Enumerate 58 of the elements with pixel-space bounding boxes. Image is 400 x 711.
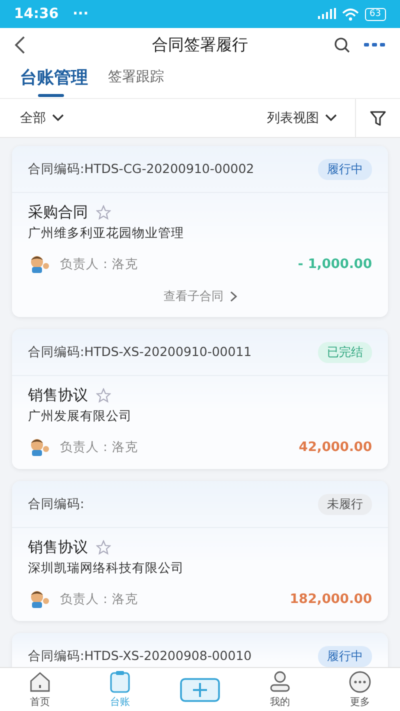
add-icon — [180, 678, 220, 702]
status-dots: ··· — [72, 6, 89, 22]
more-icon — [364, 42, 386, 48]
contract-code: 合同编码: — [28, 496, 86, 512]
search-button[interactable] — [334, 37, 350, 53]
chevron-icon — [325, 114, 337, 122]
back-button[interactable] — [14, 36, 26, 54]
contract-code: 合同编码:HTDS-XS-20200910-00011 — [28, 344, 253, 360]
nav-item[interactable]: 更多 — [320, 668, 400, 711]
signal-icon — [318, 8, 336, 20]
more-icon — [348, 670, 372, 694]
company-name: 广州维多利亚花园物业管理 — [28, 225, 185, 242]
contract-card[interactable]: 合同编码: 未履行 销售协议 深圳凯瑞网络科技有限公司 负责人：洛克 182,000.00 — [12, 481, 388, 621]
star-icon[interactable] — [96, 388, 111, 403]
contract-code: 合同编码:HTDS-CG-20200910-00002 — [28, 160, 256, 178]
status-badge: 未履行 — [318, 494, 372, 514]
contract-card[interactable]: 合同编码:HTDS-XS-20200910-00011 已完结 销售协议 广州发展有限公司 负责人：洛克 42,000.00 — [12, 329, 388, 469]
owner-label: 负责人：洛克 — [60, 590, 139, 608]
chevron-icon — [230, 291, 236, 302]
status-badge: 履行中 — [318, 158, 372, 180]
view-dropdown[interactable]: 列表视图 — [267, 109, 355, 127]
contract-card[interactable]: 合同编码:HTDS-CG-20200910-00002 履行中 采购合同 广州维多利亚花园物业管理 负责人：洛克 - 1,000.00 查看子合同 — [12, 146, 388, 317]
page-title: 合同签署履行 — [151, 34, 249, 56]
filter-icon — [370, 110, 386, 126]
contract-code: 合同编码:HTDS-XS-20200908-00010 — [28, 648, 253, 664]
company-name: 深圳凯瑞网络科技有限公司 — [28, 560, 185, 577]
avatar-icon — [28, 254, 50, 274]
search-icon — [334, 37, 350, 53]
contract-amount: 182,000.00 — [290, 592, 372, 606]
nav-item[interactable]: 我的 — [240, 668, 320, 711]
status-time: 14:36 — [14, 6, 59, 22]
owner-label: 负责人：洛克 — [60, 256, 139, 272]
star-icon[interactable] — [96, 205, 111, 220]
company-name: 广州发展有限公司 — [28, 408, 133, 425]
nav-item[interactable]: 首页 — [0, 668, 80, 711]
avatar-icon — [28, 589, 50, 609]
contract-amount: 42,000.00 — [298, 440, 372, 454]
contract-card[interactable]: 合同编码:HTDS-XS-20200908-00010 履行中 — [12, 633, 388, 667]
battery-level: 63 — [364, 8, 386, 20]
contract-title: 销售协议 — [28, 386, 88, 405]
tab[interactable]: 签署跟踪 — [108, 62, 164, 94]
wifi-icon — [342, 8, 359, 20]
tab[interactable]: 台账管理 — [20, 62, 88, 97]
star-icon[interactable] — [96, 540, 111, 555]
back-icon — [14, 36, 26, 54]
contract-amount: - 1,000.00 — [298, 256, 372, 272]
contract-title: 采购合同 — [28, 203, 88, 222]
chevron-icon — [52, 114, 64, 122]
status-badge: 已完结 — [318, 342, 372, 362]
owner-label: 负责人：洛克 — [60, 438, 139, 456]
avatar-icon — [28, 437, 50, 457]
clipboard-icon — [108, 670, 132, 694]
person-icon — [268, 670, 292, 694]
home-icon — [28, 670, 52, 694]
status-badge: 履行中 — [318, 646, 372, 666]
contract-title: 销售协议 — [28, 538, 88, 557]
scope-dropdown[interactable]: 全部 — [0, 109, 64, 127]
more-button[interactable] — [364, 42, 386, 48]
